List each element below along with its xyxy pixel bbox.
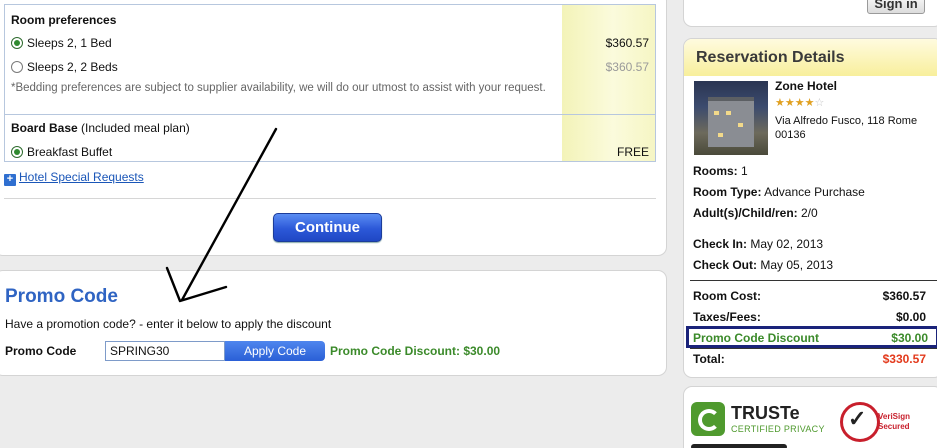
promo-title: Promo Code [5, 286, 118, 307]
reservation-title: Reservation Details [696, 49, 845, 66]
check-in-label: Check In: [693, 237, 748, 251]
room-cost-label: Room Cost: [693, 289, 761, 303]
star-rating-icon: ★★★★☆ [775, 96, 824, 109]
rooms-row: Rooms: 1 [693, 164, 748, 178]
check-in-row: Check In: May 02, 2013 [693, 237, 823, 251]
rooms-label: Rooms: [693, 164, 738, 178]
divider [4, 198, 656, 199]
room-cost-value: $360.57 [882, 289, 926, 303]
room-option-1bed[interactable]: Sleeps 2, 1 Bed [11, 36, 112, 50]
summary-divider [690, 280, 937, 281]
room-type-label: Room Type: [693, 185, 762, 199]
promo-code-card: Promo Code Have a promotion code? - ente… [0, 270, 667, 376]
promo-discount-message: Promo Code Discount: $30.00 [330, 344, 501, 358]
hotel-special-requests-link[interactable]: + Hotel Special Requests [4, 170, 144, 186]
promo-code-input[interactable] [105, 341, 225, 361]
hotel-address: Via Alfredo Fusco, 118 Rome 00136 [775, 115, 918, 141]
room-cost-row: Room Cost: $360.57 [693, 289, 926, 303]
room-type-value: Advance Purchase [764, 185, 865, 199]
check-out-label: Check Out: [693, 258, 758, 272]
promo-discount-label: Promo Code Discount [693, 331, 820, 345]
empty-star: ☆ [814, 97, 825, 109]
check-in-value: May 02, 2013 [750, 237, 824, 251]
board-base-title: Board Base (Included meal plan) [11, 121, 190, 135]
room-option-label: Sleeps 2, 2 Beds [27, 60, 118, 74]
hotel-photo [694, 81, 768, 155]
checkmark-icon: ✓ [848, 406, 867, 431]
partial-badge [691, 444, 787, 448]
radio-selected-icon[interactable] [11, 146, 23, 158]
taxes-value: $0.00 [895, 310, 926, 324]
sign-in-button[interactable]: Sign in [867, 0, 925, 14]
section-divider [5, 114, 655, 115]
reservation-details-card: Reservation Details Zone Hotel ★★★★☆ Via… [683, 38, 937, 378]
taxes-row: Taxes/Fees: $0.00 [693, 310, 926, 324]
truste-subtitle: CERTIFIED PRIVACY [731, 424, 825, 434]
window-light [718, 133, 723, 137]
apply-code-button[interactable]: Apply Code [225, 341, 325, 361]
guests-label: Adult(s)/Child/ren: [693, 206, 798, 220]
special-requests-label[interactable]: Hotel Special Requests [19, 170, 144, 184]
filled-stars: ★★★★ [775, 97, 815, 109]
promo-field-label: Promo Code [5, 344, 77, 358]
truste-logo-icon [691, 402, 725, 436]
promo-discount-row: Promo Code Discount $30.00 [686, 326, 937, 348]
rooms-value: 1 [741, 164, 748, 178]
board-option-price: FREE [616, 145, 649, 159]
total-divider [690, 348, 937, 349]
window-light [738, 123, 743, 127]
truste-name: TRUSTe [731, 403, 800, 423]
verisign-line1: VeriSign [878, 412, 911, 421]
room-options-table: Room preferences Sleeps 2, 1 Bed $360.57… [4, 4, 656, 162]
check-out-row: Check Out: May 05, 2013 [693, 258, 833, 272]
window-light [726, 111, 731, 115]
board-option-label: Breakfast Buffet [27, 145, 113, 159]
promo-discount-value: $30.00 [891, 331, 928, 345]
promo-description: Have a promotion code? - enter it below … [5, 317, 332, 331]
bedding-note: *Bedding preferences are subject to supp… [11, 82, 546, 94]
guests-row: Adult(s)/Child/ren: 2/0 [693, 206, 818, 220]
plus-icon[interactable]: + [4, 174, 16, 186]
truste-badge[interactable]: TRUSTe CERTIFIED PRIVACY [691, 402, 831, 438]
verisign-text: VeriSign Secured [878, 412, 910, 432]
continue-button[interactable]: Continue [273, 213, 382, 242]
total-value: $330.57 [882, 352, 926, 366]
board-base-subtitle: (Included meal plan) [81, 121, 190, 135]
verisign-line2: Secured [878, 422, 910, 431]
room-option-2beds[interactable]: Sleeps 2, 2 Beds [11, 60, 118, 74]
room-type-row: Room Type: Advance Purchase [693, 185, 865, 199]
board-option-breakfast[interactable]: Breakfast Buffet [11, 145, 112, 159]
room-option-price: $360.57 [605, 60, 649, 74]
room-preferences-title: Room preferences [11, 13, 117, 27]
total-row: Total: $330.57 [693, 352, 926, 366]
hotel-building-icon [708, 97, 754, 147]
window-light [714, 111, 719, 115]
board-base-label: Board Base [11, 121, 78, 135]
price-column [562, 5, 655, 161]
radio-selected-icon[interactable] [11, 37, 23, 49]
hotel-name: Zone Hotel [775, 79, 837, 93]
room-option-label: Sleeps 2, 1 Bed [27, 36, 112, 50]
radio-unselected-icon[interactable] [11, 61, 23, 73]
taxes-label: Taxes/Fees: [693, 310, 761, 324]
room-option-price: $360.57 [605, 36, 649, 50]
total-label: Total: [693, 352, 725, 366]
check-out-value: May 05, 2013 [760, 258, 834, 272]
guests-value: 2/0 [801, 206, 818, 220]
verisign-badge[interactable]: ✓ VeriSign Secured [838, 400, 918, 444]
